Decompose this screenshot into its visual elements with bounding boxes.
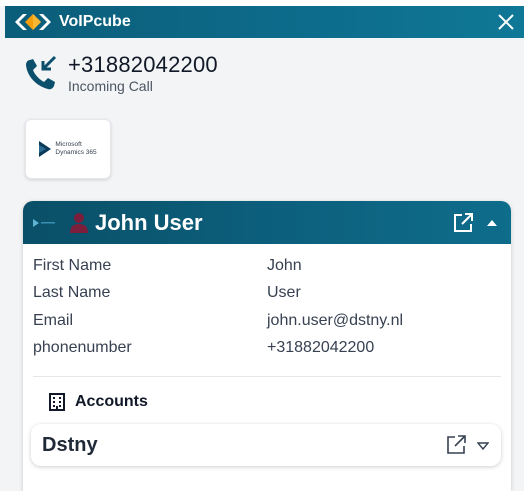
dynamics-logo: Microsoft Dynamics 365: [39, 141, 97, 157]
external-link-icon: [454, 213, 473, 232]
person-icon: [70, 212, 88, 233]
contact-fields: First Name John Last Name User Email joh…: [23, 244, 511, 362]
contact-card-header: John User: [23, 201, 511, 244]
account-card[interactable]: Dstny: [31, 424, 501, 466]
external-link-icon: [447, 435, 466, 454]
voipcube-logo: [13, 11, 53, 33]
close-icon: [498, 14, 514, 30]
field-phonenumber: phonenumber +31882042200: [23, 335, 511, 363]
call-info: +31882042200 Incoming Call: [22, 52, 218, 94]
contact-name: John User: [95, 209, 203, 235]
field-value: John: [267, 256, 302, 274]
incoming-call-icon: [22, 54, 58, 94]
section-divider: [33, 376, 501, 377]
collapse-contact-button[interactable]: [485, 216, 499, 230]
chevron-up-icon: [487, 220, 497, 226]
caller-number: +31882042200: [68, 52, 218, 77]
call-status: Incoming Call: [68, 78, 153, 94]
crm-tile-dynamics[interactable]: Microsoft Dynamics 365: [25, 119, 111, 179]
crm-name-line1: Microsoft: [55, 141, 82, 148]
title-bar: VoIPcube: [5, 6, 524, 38]
field-label: Last Name: [33, 284, 111, 302]
field-label: Email: [33, 311, 74, 329]
close-button[interactable]: [494, 10, 518, 34]
contact-card: John User First Name John Last Name User…: [23, 201, 511, 491]
accounts-section-header: Accounts: [49, 393, 511, 411]
dynamics-small-icon: [33, 218, 55, 227]
building-icon: [49, 393, 65, 411]
field-value: User: [267, 284, 301, 302]
field-last-name: Last Name User: [23, 280, 511, 308]
field-value: john.user@dstny.nl: [267, 311, 404, 329]
app-title: VoIPcube: [59, 13, 131, 30]
crm-name-line2: Dynamics 365: [55, 149, 97, 156]
field-first-name: First Name John: [23, 252, 511, 280]
field-label: First Name: [33, 256, 112, 274]
accounts-title: Accounts: [75, 393, 148, 410]
field-label: phonenumber: [33, 339, 132, 357]
field-email: Email john.user@dstny.nl: [23, 307, 511, 335]
open-account-button[interactable]: [445, 434, 467, 456]
account-name: Dstny: [42, 433, 98, 456]
field-value: +31882042200: [267, 339, 375, 357]
expand-account-button[interactable]: [476, 439, 490, 451]
open-contact-button[interactable]: [451, 211, 475, 235]
chevron-down-icon: [476, 442, 490, 451]
